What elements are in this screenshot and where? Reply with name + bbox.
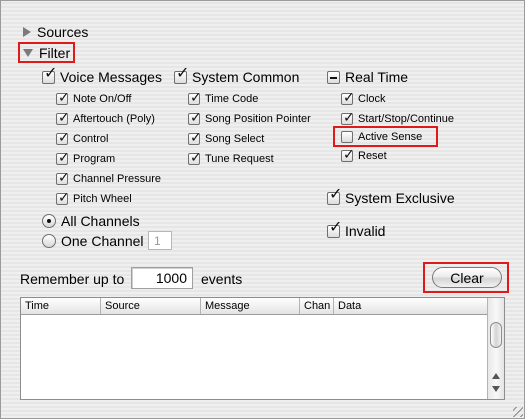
channel-pressure-label: Channel Pressure: [73, 173, 162, 185]
song-position-pointer-checkbox[interactable]: ✓ Song Position Pointer: [188, 109, 311, 125]
unchecked-box-icon: [341, 131, 353, 143]
remember-prefix-label: Remember up to: [20, 271, 125, 287]
time-code-checkbox[interactable]: ✓ Time Code: [188, 89, 259, 105]
checked-box-icon: ✓: [188, 129, 202, 145]
tune-request-label: Tune Request: [205, 153, 274, 165]
checked-box-icon: ✓: [56, 129, 70, 145]
start-stop-continue-checkbox[interactable]: ✓ Start/Stop/Continue: [341, 109, 455, 125]
disclosure-right-icon: [23, 27, 31, 37]
channel-pressure-checkbox[interactable]: ✓ Channel Pressure: [56, 169, 162, 185]
scroll-thumb[interactable]: [490, 322, 502, 348]
sources-disclosure[interactable]: Sources: [23, 24, 88, 40]
column-header-message[interactable]: Message: [201, 298, 300, 314]
column-header-time[interactable]: Time: [21, 298, 101, 314]
invalid-checkbox[interactable]: ✓ Invalid: [327, 218, 386, 239]
invalid-label: Invalid: [345, 223, 386, 239]
start-stop-continue-label: Start/Stop/Continue: [358, 113, 455, 125]
column-header-source[interactable]: Source: [101, 298, 201, 314]
checked-box-icon: ✓: [188, 149, 202, 165]
vertical-scrollbar[interactable]: [487, 298, 504, 399]
pitch-wheel-label: Pitch Wheel: [73, 193, 132, 205]
events-suffix-label: events: [201, 271, 243, 287]
checked-box-icon: ✓: [341, 89, 355, 105]
system-common-label: System Common: [192, 69, 300, 85]
filter-disclosure[interactable]: Filter: [23, 45, 70, 61]
checked-box-icon: ✓: [56, 169, 70, 185]
checked-box-icon: ✓: [174, 64, 190, 84]
checked-box-icon: ✓: [341, 109, 355, 125]
tune-request-checkbox[interactable]: ✓ Tune Request: [188, 149, 274, 165]
scroll-up-arrow-icon[interactable]: [492, 373, 500, 379]
checked-box-icon: ✓: [188, 89, 202, 105]
checked-box-icon: ✓: [341, 146, 355, 162]
real-time-label: Real Time: [345, 69, 409, 85]
one-channel-label: One Channel: [61, 233, 144, 249]
checked-box-icon: ✓: [56, 109, 70, 125]
checked-box-icon: ✓: [56, 189, 70, 205]
table-header: Time Source Message Chan Data: [21, 298, 488, 315]
clock-label: Clock: [358, 93, 386, 105]
event-count-input[interactable]: 1000: [131, 267, 193, 289]
clock-checkbox[interactable]: ✓ Clock: [341, 89, 386, 105]
song-select-label: Song Select: [205, 133, 265, 145]
aftertouch-poly-checkbox[interactable]: ✓ Aftertouch (Poly): [56, 109, 155, 125]
event-log-table[interactable]: Time Source Message Chan Data: [20, 297, 505, 400]
pitch-wheel-checkbox[interactable]: ✓ Pitch Wheel: [56, 189, 132, 205]
note-on-off-checkbox[interactable]: ✓ Note On/Off: [56, 89, 132, 105]
reset-label: Reset: [358, 150, 387, 162]
system-common-checkbox[interactable]: ✓ System Common: [174, 64, 300, 85]
clear-button-label: Clear: [450, 269, 484, 286]
clear-button[interactable]: Clear: [432, 267, 502, 288]
control-checkbox[interactable]: ✓ Control: [56, 129, 109, 145]
checked-box-icon: ✓: [188, 109, 202, 125]
one-channel-radio[interactable]: One Channel: [42, 233, 144, 249]
filter-label: Filter: [39, 45, 71, 61]
resize-grip-icon[interactable]: [513, 407, 523, 417]
real-time-checkbox[interactable]: Real Time: [327, 69, 408, 85]
voice-messages-label: Voice Messages: [60, 69, 162, 85]
column-header-data[interactable]: Data: [334, 298, 488, 314]
time-code-label: Time Code: [205, 93, 259, 105]
checked-box-icon: ✓: [327, 185, 343, 205]
channel-number-field[interactable]: 1: [148, 231, 172, 250]
aftertouch-poly-label: Aftertouch (Poly): [73, 113, 155, 125]
song-position-pointer-label: Song Position Pointer: [205, 113, 311, 125]
active-sense-label: Active Sense: [358, 131, 423, 143]
all-channels-radio[interactable]: All Channels: [42, 213, 140, 229]
all-channels-label: All Channels: [61, 213, 140, 229]
system-exclusive-label: System Exclusive: [345, 190, 455, 206]
checked-box-icon: ✓: [56, 89, 70, 105]
active-sense-checkbox[interactable]: Active Sense: [341, 131, 422, 143]
radio-unselected-icon: [42, 234, 56, 248]
column-header-chan[interactable]: Chan: [300, 298, 334, 314]
program-label: Program: [73, 153, 116, 165]
song-select-checkbox[interactable]: ✓ Song Select: [188, 129, 265, 145]
program-checkbox[interactable]: ✓ Program: [56, 149, 116, 165]
note-on-off-label: Note On/Off: [73, 93, 132, 105]
reset-checkbox[interactable]: ✓ Reset: [341, 146, 387, 162]
scroll-down-arrow-icon[interactable]: [492, 386, 500, 392]
sources-label: Sources: [37, 24, 89, 40]
mixed-state-box-icon: [327, 70, 340, 84]
radio-selected-icon: [42, 214, 56, 228]
system-exclusive-checkbox[interactable]: ✓ System Exclusive: [327, 185, 455, 206]
control-label: Control: [73, 133, 109, 145]
checked-box-icon: ✓: [327, 218, 343, 238]
voice-messages-checkbox[interactable]: ✓ Voice Messages: [42, 64, 162, 85]
checked-box-icon: ✓: [42, 64, 58, 84]
checked-box-icon: ✓: [56, 149, 70, 165]
disclosure-down-icon: [23, 49, 33, 57]
